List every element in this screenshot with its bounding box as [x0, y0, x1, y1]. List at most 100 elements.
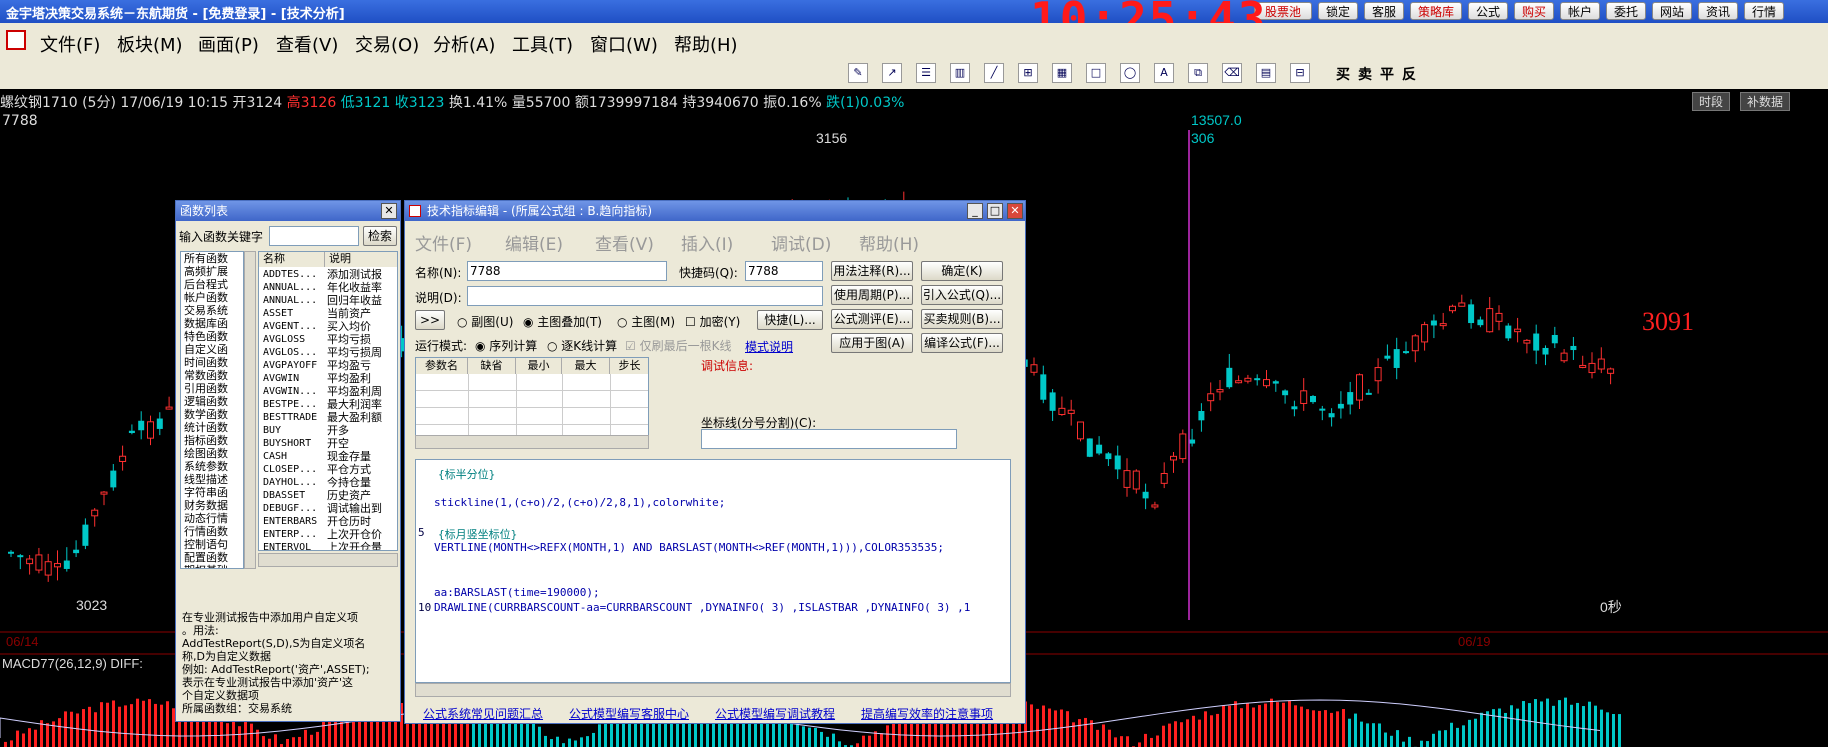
trade-button-0[interactable]: 买 [1336, 64, 1350, 84]
display-option-radio-2[interactable]: ○ 主图(M) [617, 313, 675, 330]
menu-7[interactable]: 窗口(W) [590, 31, 658, 57]
quick-button-9[interactable]: 资讯 [1698, 2, 1738, 20]
line-icon[interactable]: ↗ [882, 63, 902, 83]
category-item[interactable]: 系统参数 [184, 460, 243, 473]
category-item[interactable]: 常数函数 [184, 369, 243, 382]
category-scrollbar[interactable] [244, 251, 256, 569]
quick-button-5[interactable]: 购买 [1514, 2, 1554, 20]
function-row[interactable]: AVGLOSS 平均亏损 [259, 333, 397, 346]
expand-button[interactable]: >> [415, 310, 445, 330]
function-row[interactable]: ADDTES... 添加测试报 [259, 268, 397, 281]
category-item[interactable]: 帐户函数 [184, 291, 243, 304]
quick-button-1[interactable]: 锁定 [1318, 2, 1358, 20]
category-item[interactable]: 交易系统 [184, 304, 243, 317]
editor-button-0-0[interactable]: 用法注释(R)... [831, 261, 913, 281]
circle-icon[interactable]: ◯ [1120, 63, 1140, 83]
category-item[interactable]: 高频扩展 [184, 265, 243, 278]
category-item[interactable]: 特色函数 [184, 330, 243, 343]
category-item[interactable]: 指标函数 [184, 434, 243, 447]
close-icon[interactable]: ✕ [1007, 203, 1023, 219]
category-item[interactable]: 线型描述 [184, 473, 243, 486]
name-input[interactable]: 7788 [467, 261, 667, 281]
editor-button-3-0[interactable]: 应用于图(A) [831, 333, 913, 353]
draw-icon[interactable]: ✎ [848, 63, 868, 83]
help-link-3[interactable]: 提高编写效率的注意事项 [861, 705, 993, 722]
menu-1[interactable]: 板块(M) [117, 31, 183, 57]
function-row[interactable]: AVGPAYOFF 平均盈亏 [259, 359, 397, 372]
param-row[interactable] [416, 391, 648, 408]
code-hscrollbar[interactable] [415, 683, 1011, 697]
menu-8[interactable]: 帮助(H) [674, 31, 738, 57]
quick-button-7[interactable]: 委托 [1606, 2, 1646, 20]
col-desc-header[interactable]: 说明 [325, 252, 397, 267]
editor-menu-2[interactable]: 查看(V) [595, 230, 654, 255]
category-item[interactable]: 行情函数 [184, 525, 243, 538]
function-row[interactable]: BUY 开多 [259, 424, 397, 437]
function-row[interactable]: CLOSEP... 平仓方式 [259, 463, 397, 476]
minimize-icon[interactable]: _ [967, 203, 983, 219]
help-link-2[interactable]: 公式模型编写调试教程 [715, 705, 835, 722]
editor-button-0-1[interactable]: 确定(K) [921, 261, 1003, 281]
param-row[interactable] [416, 374, 648, 391]
help-link-1[interactable]: 公式模型编写客服中心 [569, 705, 689, 722]
menu-6[interactable]: 工具(T) [512, 31, 573, 57]
category-item[interactable]: 引用函数 [184, 382, 243, 395]
param-header[interactable]: 参数名 [416, 358, 468, 374]
run-mode-series-radio[interactable]: ◉ 序列计算 [475, 337, 537, 354]
eraser-icon[interactable]: ⌫ [1222, 63, 1242, 83]
mode-help-link[interactable]: 模式说明 [745, 338, 793, 355]
trend-icon[interactable]: ╱ [984, 63, 1004, 83]
param-header[interactable]: 最大 [562, 358, 610, 374]
list-icon[interactable]: ▤ [1256, 63, 1276, 83]
menu-5[interactable]: 分析(A) [433, 31, 495, 57]
param-header[interactable]: 缺省 [468, 358, 516, 374]
function-list-window[interactable]: 函数列表 ✕ 输入函数关键字 检索 所有函数 高频扩展 后台程式 帐户函数 交易系统 数据… [175, 200, 401, 722]
function-row[interactable]: DEBUGF... 调试输出到 [259, 502, 397, 515]
param-header[interactable]: 步长 [610, 358, 648, 374]
editor-button-1-0[interactable]: 使用周期(P)... [831, 285, 913, 305]
col-name-header[interactable]: 名称 [259, 252, 325, 267]
table-icon[interactable]: ⊟ [1290, 63, 1310, 83]
function-row[interactable]: AVGLOS... 平均亏损周 [259, 346, 397, 359]
param-header[interactable]: 最小 [516, 358, 562, 374]
indicator-editor-window[interactable]: 技术指标编辑 - (所属公式组 : B.趋向指标) _ □ ✕ 名称(N): 7… [404, 200, 1026, 724]
editor-button-2-1[interactable]: 买卖规则(B)... [921, 309, 1003, 329]
param-row[interactable] [416, 408, 648, 425]
quick-button-4[interactable]: 公式 [1468, 2, 1508, 20]
text-icon[interactable]: A [1154, 63, 1174, 83]
menu-3[interactable]: 查看(V) [276, 31, 338, 57]
editor-menu-3[interactable]: 插入(I) [681, 230, 733, 255]
function-table[interactable]: 名称 说明 ADDTES... 添加测试报 ANNUAL... 年化收益率 ANNUAL… [258, 251, 398, 551]
menu-icon[interactable]: ☰ [916, 63, 936, 83]
maximize-icon[interactable]: □ [987, 203, 1003, 219]
rect-icon[interactable]: □ [1086, 63, 1106, 83]
editor-menu-5[interactable]: 帮助(H) [859, 230, 919, 255]
category-item[interactable]: 统计函数 [184, 421, 243, 434]
category-list[interactable]: 所有函数 高频扩展 后台程式 帐户函数 交易系统 数据库函 特色函数 自定义函 时间函数 常数函数… [180, 251, 244, 569]
editor-menu-4[interactable]: 调试(D) [771, 230, 831, 255]
axis-input[interactable] [701, 429, 957, 449]
desc-input[interactable] [467, 286, 823, 306]
function-row[interactable]: DBASSET 历史资产 [259, 489, 397, 502]
function-row[interactable]: BUYSHORT 开空 [259, 437, 397, 450]
function-row[interactable]: AVGWIN... 平均盈利周 [259, 385, 397, 398]
function-row[interactable]: ENTERP... 上次开仓价 [259, 528, 397, 541]
category-item[interactable]: 字符串函 [184, 486, 243, 499]
function-row[interactable]: BESTTRADE 最大盈利额 [259, 411, 397, 424]
code-editor[interactable]: {标半分位} stickline(1,(c+o)/2,(c+o)/2,8,1),c… [415, 459, 1011, 683]
editor-menu-0[interactable]: 文件(F) [415, 230, 472, 255]
category-item[interactable]: 期权基础 [184, 564, 243, 568]
category-item[interactable]: 动态行情 [184, 512, 243, 525]
category-item[interactable]: 数学函数 [184, 408, 243, 421]
function-row[interactable]: AVGENT... 买入均价 [259, 320, 397, 333]
menu-4[interactable]: 交易(O) [355, 31, 419, 57]
close-icon[interactable]: ✕ [381, 203, 397, 219]
category-item[interactable]: 自定义函 [184, 343, 243, 356]
category-item[interactable]: 数据库函 [184, 317, 243, 330]
category-item[interactable]: 后台程式 [184, 278, 243, 291]
trade-button-1[interactable]: 卖 [1358, 64, 1372, 84]
search-input[interactable] [269, 226, 359, 246]
trade-button-2[interactable]: 平 [1380, 64, 1394, 84]
function-row[interactable]: BESTPE... 最大利润率 [259, 398, 397, 411]
shortcut-input[interactable]: 7788 [745, 261, 823, 281]
